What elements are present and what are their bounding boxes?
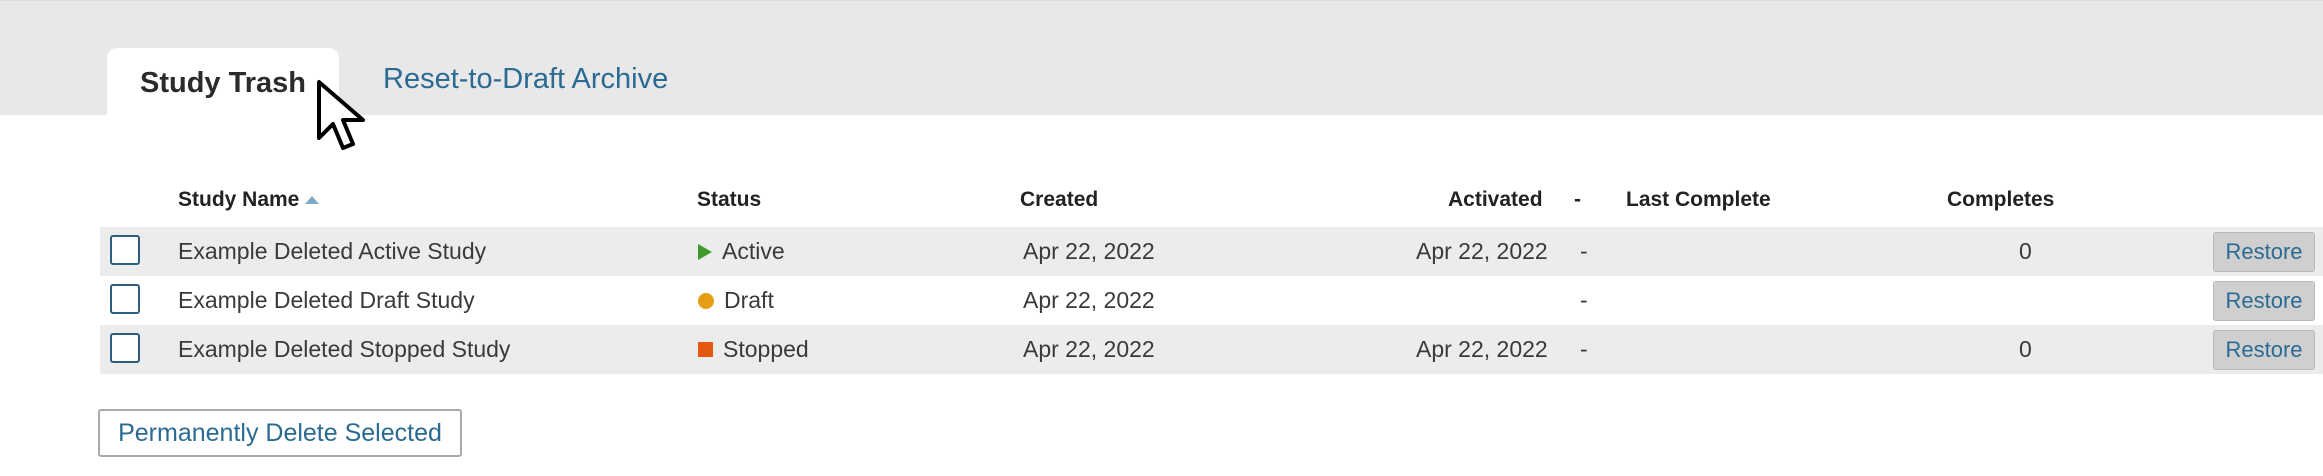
row-select-checkbox[interactable] [110,284,140,314]
column-header-study-name[interactable]: Study Name [178,188,320,212]
status-cell: Stopped [698,325,809,374]
created-date: Apr 22, 2022 [1023,238,1155,264]
table-row: Example Deleted Stopped Study Stopped Ap… [100,325,2323,374]
activated-date: Apr 22, 2022 [1416,336,1548,362]
table-row: Example Deleted Active Study Active Apr … [100,227,2323,276]
column-header-activated[interactable]: Activated [1448,188,1543,212]
activated-date: Apr 22, 2022 [1416,238,1548,264]
column-header-status[interactable]: Status [697,188,761,212]
dash-cell: - [1580,287,1588,313]
tab-reset-to-draft-archive[interactable]: Reset-to-Draft Archive [383,63,668,96]
created-date: Apr 22, 2022 [1023,287,1155,313]
column-header-dash: - [1574,188,1581,211]
sort-ascending-icon [305,196,320,205]
status-label: Active [722,238,785,264]
completes-count: 0 [2019,238,2032,264]
tab-study-trash[interactable]: Study Trash [107,48,339,118]
column-header-created[interactable]: Created [1020,188,1098,212]
created-date: Apr 22, 2022 [1023,336,1155,362]
status-label: Stopped [723,336,809,362]
play-triangle-icon [698,243,712,260]
status-label: Draft [724,287,774,313]
status-cell: Active [698,227,785,276]
dash-cell: - [1580,336,1588,362]
status-cell: Draft [698,276,774,325]
study-name: Example Deleted Active Study [178,238,487,264]
restore-button[interactable]: Restore [2213,281,2315,321]
completes-count: 0 [2019,336,2032,362]
row-select-checkbox[interactable] [110,333,140,363]
study-name: Example Deleted Draft Study [178,287,475,313]
study-name: Example Deleted Stopped Study [178,336,511,362]
circle-dot-icon [698,292,714,309]
table-row: Example Deleted Draft Study Draft Apr 22… [100,276,2323,325]
row-select-checkbox[interactable] [110,235,140,265]
dash-cell: - [1580,238,1588,264]
column-header-last-complete[interactable]: Last Complete [1626,188,1771,212]
stop-square-icon [698,342,713,357]
permanently-delete-selected-button[interactable]: Permanently Delete Selected [98,409,462,457]
restore-button[interactable]: Restore [2213,330,2315,370]
restore-button[interactable]: Restore [2213,232,2315,272]
column-header-completes[interactable]: Completes [1947,188,2054,212]
mouse-pointer-icon [317,80,365,150]
